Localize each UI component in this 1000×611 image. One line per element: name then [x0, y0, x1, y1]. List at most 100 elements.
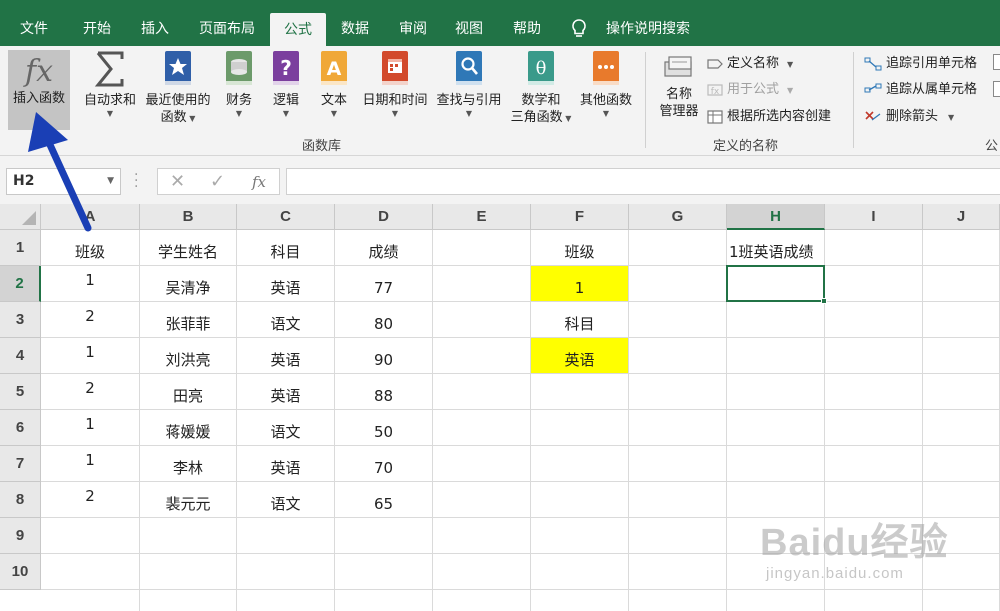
- row-header-2[interactable]: 2: [0, 266, 41, 302]
- select-all-corner[interactable]: [0, 204, 41, 230]
- row-header-3[interactable]: 3: [0, 302, 41, 338]
- data-cell[interactable]: 英语: [237, 266, 334, 301]
- drag-handle-icon[interactable]: · · ·: [134, 168, 138, 194]
- tab-insert[interactable]: 插入: [128, 12, 182, 46]
- tab-review[interactable]: 审阅: [388, 12, 438, 46]
- error-checking-icon[interactable]: [993, 81, 1000, 97]
- more-functions-button[interactable]: 其他函数 ▼: [576, 50, 636, 119]
- data-cell[interactable]: 65: [335, 482, 432, 517]
- column-header-i[interactable]: I: [825, 204, 923, 230]
- chevron-down-icon: ▼: [235, 109, 243, 118]
- header-cell[interactable]: 班级: [41, 230, 139, 265]
- fx-icon[interactable]: fx: [252, 173, 266, 191]
- data-cell[interactable]: 88: [335, 374, 432, 409]
- remove-arrows-button[interactable]: 删除箭头 ▼: [864, 108, 954, 127]
- math-trig-button[interactable]: θ 数学和 三角函数 ▼: [506, 50, 576, 127]
- header-cell[interactable]: 学生姓名: [140, 230, 236, 265]
- row-header-10[interactable]: 10: [0, 554, 41, 590]
- column-header-a[interactable]: A: [41, 204, 140, 230]
- data-cell[interactable]: 语文: [237, 482, 334, 517]
- remove-arrows-icon: [865, 110, 881, 121]
- autosum-button[interactable]: 自动求和 ▼: [80, 50, 140, 119]
- check-icon[interactable]: ✓: [210, 171, 225, 192]
- criteria-subject-value[interactable]: 英语: [531, 338, 628, 373]
- row-header-8[interactable]: 8: [0, 482, 41, 518]
- data-cell[interactable]: 50: [335, 410, 432, 445]
- tab-data[interactable]: 数据: [330, 12, 380, 46]
- trace-precedents-button[interactable]: 追踪引用单元格: [864, 55, 977, 73]
- data-cell[interactable]: 李林: [140, 446, 236, 481]
- define-name-button[interactable]: 定义名称 ▼: [707, 55, 793, 74]
- cancel-icon[interactable]: ✕: [170, 171, 185, 192]
- tab-formulas[interactable]: 公式: [270, 13, 326, 46]
- date-time-button[interactable]: 日期和时间 ▼: [358, 50, 432, 119]
- data-cell[interactable]: 吴清净: [140, 266, 236, 301]
- row-header-6[interactable]: 6: [0, 410, 41, 446]
- data-cell[interactable]: 语文: [237, 410, 334, 445]
- name-manager-button[interactable]: 名称 管理器: [652, 52, 706, 120]
- trace-dependents-button[interactable]: 追踪从属单元格: [864, 81, 977, 99]
- header-cell[interactable]: 成绩: [335, 230, 432, 265]
- text-button[interactable]: A 文本 ▼: [316, 50, 352, 119]
- data-cell[interactable]: 2: [41, 302, 139, 337]
- data-cell[interactable]: 1: [41, 338, 139, 373]
- data-cell[interactable]: 刘洪亮: [140, 338, 236, 373]
- data-cell[interactable]: 蒋媛媛: [140, 410, 236, 445]
- data-cell[interactable]: 田亮: [140, 374, 236, 409]
- data-cell[interactable]: 2: [41, 374, 139, 409]
- tab-page-layout[interactable]: 页面布局: [188, 12, 266, 46]
- header-cell[interactable]: 科目: [237, 230, 334, 265]
- data-cell[interactable]: 2: [41, 482, 139, 517]
- data-cell[interactable]: 英语: [237, 338, 334, 373]
- selected-cell-h2[interactable]: [726, 265, 827, 304]
- row-header-4[interactable]: 4: [0, 338, 41, 374]
- name-box[interactable]: H2 ▼: [6, 168, 121, 195]
- column-header-c[interactable]: C: [237, 204, 335, 230]
- data-cell[interactable]: 英语: [237, 374, 334, 409]
- create-from-selection-button[interactable]: 根据所选内容创建: [707, 108, 831, 126]
- column-header-j[interactable]: J: [923, 204, 1000, 230]
- column-header-h[interactable]: H: [727, 204, 825, 230]
- svg-text:fx: fx: [711, 87, 720, 97]
- column-header-b[interactable]: B: [140, 204, 237, 230]
- data-cell[interactable]: 1: [41, 446, 139, 481]
- result-label-cell[interactable]: 1班英语成绩: [727, 230, 922, 265]
- column-header-e[interactable]: E: [433, 204, 531, 230]
- column-header-d[interactable]: D: [335, 204, 433, 230]
- use-in-formula-button[interactable]: fx 用于公式 ▼: [707, 81, 793, 100]
- data-cell[interactable]: 英语: [237, 446, 334, 481]
- data-cell[interactable]: 语文: [237, 302, 334, 337]
- data-cell[interactable]: 70: [335, 446, 432, 481]
- logical-button[interactable]: ? 逻辑 ▼: [268, 50, 304, 119]
- show-formulas-icon[interactable]: [993, 54, 1000, 70]
- row-header-9[interactable]: 9: [0, 518, 41, 554]
- tab-file[interactable]: 文件: [8, 12, 60, 46]
- data-cell[interactable]: 1: [41, 410, 139, 445]
- recently-used-button[interactable]: 最近使用的 函数 ▼: [142, 50, 214, 127]
- criteria-class-label[interactable]: 班级: [531, 230, 628, 265]
- tab-view[interactable]: 视图: [444, 12, 494, 46]
- data-cell[interactable]: 张菲菲: [140, 302, 236, 337]
- row-header-5[interactable]: 5: [0, 374, 41, 410]
- criteria-class-value[interactable]: 1: [531, 266, 628, 301]
- data-cell[interactable]: 77: [335, 266, 432, 301]
- tab-help[interactable]: 帮助: [502, 12, 552, 46]
- tab-home[interactable]: 开始: [70, 12, 124, 46]
- data-cell[interactable]: 80: [335, 302, 432, 337]
- data-cell[interactable]: 90: [335, 338, 432, 373]
- criteria-subject-label[interactable]: 科目: [531, 302, 628, 337]
- financial-button[interactable]: 财务 ▼: [220, 50, 258, 119]
- fill-handle[interactable]: [821, 298, 827, 304]
- formula-input[interactable]: [286, 168, 1000, 195]
- lookup-reference-button[interactable]: 查找与引用 ▼: [432, 50, 506, 119]
- row-header-7[interactable]: 7: [0, 446, 41, 482]
- chevron-down-icon[interactable]: ▼: [107, 169, 114, 194]
- row-header-1[interactable]: 1: [0, 230, 41, 266]
- data-cell[interactable]: 1: [41, 266, 139, 301]
- use-formula-icon: fx: [707, 83, 723, 97]
- data-cell[interactable]: 裴元元: [140, 482, 236, 517]
- tell-me-search[interactable]: 操作说明搜索: [600, 12, 696, 46]
- insert-function-button[interactable]: fx 插入函数: [8, 50, 70, 130]
- column-header-f[interactable]: F: [531, 204, 629, 230]
- column-header-g[interactable]: G: [629, 204, 727, 230]
